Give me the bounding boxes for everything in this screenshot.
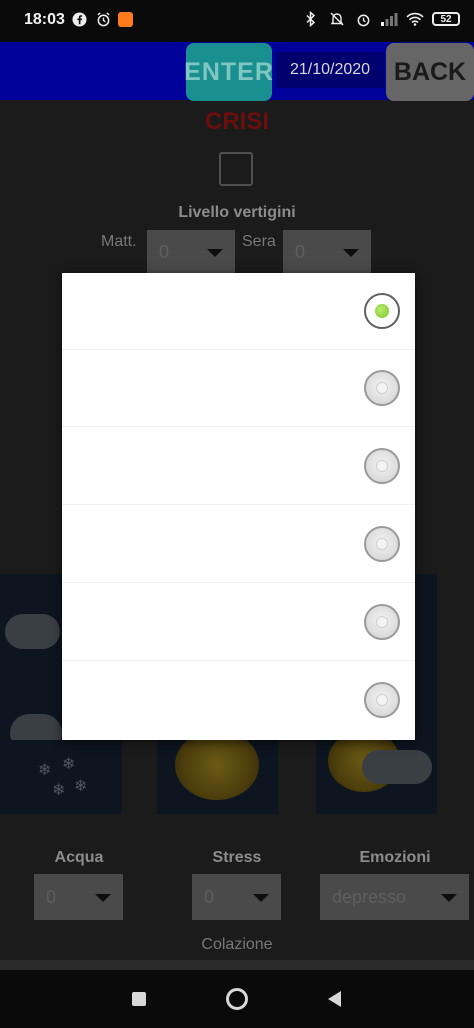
morning-vertigo-dropdown[interactable]: 0 <box>147 230 235 274</box>
radio-unselected-icon[interactable] <box>364 370 400 406</box>
radio-unselected-icon[interactable] <box>364 526 400 562</box>
chevron-down-icon <box>343 249 359 257</box>
wifi-icon <box>406 10 424 28</box>
water-label: Acqua <box>54 849 104 866</box>
snowflake-icon: ❄ <box>52 782 66 799</box>
snowflake-icon: ❄ <box>38 762 52 779</box>
weather-tile-cloud-edge <box>415 574 437 740</box>
morning-vertigo-value: 0 <box>159 241 170 262</box>
radio-unselected-icon[interactable] <box>364 604 400 640</box>
dialog-option[interactable] <box>62 428 415 505</box>
mute-icon <box>328 10 346 28</box>
cloud-icon <box>362 750 432 784</box>
snowflake-icon: ❄ <box>62 756 76 773</box>
date-field[interactable]: 21/10/2020 <box>276 52 384 88</box>
crisi-label: CRISI <box>204 108 269 135</box>
status-bar: 18:03 52 <box>0 0 474 42</box>
dialog-option[interactable] <box>62 273 415 350</box>
emotions-dropdown[interactable]: depresso <box>320 874 469 920</box>
weather-tile-sun-cloud[interactable] <box>316 740 437 814</box>
dialog-option[interactable] <box>62 350 415 427</box>
stress-value: 0 <box>204 886 215 907</box>
battery-icon: 52 <box>432 12 460 26</box>
water-dropdown[interactable]: 0 <box>34 874 123 920</box>
back-button[interactable]: BACK <box>386 43 474 101</box>
dialog-option[interactable] <box>62 584 415 661</box>
weather-tile-snow-bottom[interactable]: ❄ ❄ ❄ ❄ <box>0 740 122 814</box>
sun-icon <box>175 740 259 800</box>
alarm-icon <box>354 10 372 28</box>
home-icon[interactable] <box>226 988 248 1010</box>
radio-selected-icon[interactable] <box>364 293 400 329</box>
navigation-bar <box>0 970 474 1028</box>
dialog-option[interactable] <box>62 506 415 583</box>
snowflake-icon: ❄ <box>74 778 88 795</box>
signal-icon <box>380 10 398 28</box>
evening-label: Sera <box>242 233 276 250</box>
bluetooth-icon <box>302 10 320 28</box>
enter-button[interactable]: ENTER <box>184 43 273 101</box>
cloud-icon <box>5 614 60 649</box>
emotions-value: depresso <box>332 886 407 907</box>
chevron-down-icon <box>441 894 457 902</box>
water-value: 0 <box>46 886 57 907</box>
header-bar: ENTER 21/10/2020 BACK <box>0 42 474 101</box>
chevron-down-icon <box>207 249 223 257</box>
stress-label: Stress <box>212 849 262 866</box>
vertigo-level-label: Livello vertigini <box>178 204 296 221</box>
breakfast-field[interactable] <box>0 960 474 970</box>
evening-vertigo-value: 0 <box>295 241 306 262</box>
stress-dropdown[interactable]: 0 <box>192 874 281 920</box>
alarm-icon <box>94 10 112 28</box>
breakfast-label: Colazione <box>201 936 273 953</box>
weather-tile-sun[interactable] <box>157 740 278 814</box>
chevron-down-icon <box>95 894 111 902</box>
crisi-checkbox[interactable] <box>219 152 253 186</box>
emotions-label: Emozioni <box>359 849 431 866</box>
radio-unselected-icon[interactable] <box>364 448 400 484</box>
status-left-icons <box>70 10 133 28</box>
radio-unselected-icon[interactable] <box>364 682 400 718</box>
app-notification-icon <box>118 11 133 27</box>
recents-icon[interactable] <box>132 992 146 1006</box>
screen: 18:03 52 ENTER 21/10/2020 BACK CRISI Liv… <box>0 0 474 1028</box>
status-right-icons: 52 <box>302 10 460 28</box>
dialog-option[interactable] <box>62 662 415 739</box>
evening-vertigo-dropdown[interactable]: 0 <box>283 230 371 274</box>
back-triangle-icon[interactable] <box>328 991 341 1007</box>
chevron-down-icon <box>253 894 269 902</box>
single-choice-dialog <box>62 273 415 740</box>
facebook-icon <box>70 10 88 28</box>
status-time: 18:03 <box>24 11 65 28</box>
morning-label: Matt. <box>101 233 137 250</box>
